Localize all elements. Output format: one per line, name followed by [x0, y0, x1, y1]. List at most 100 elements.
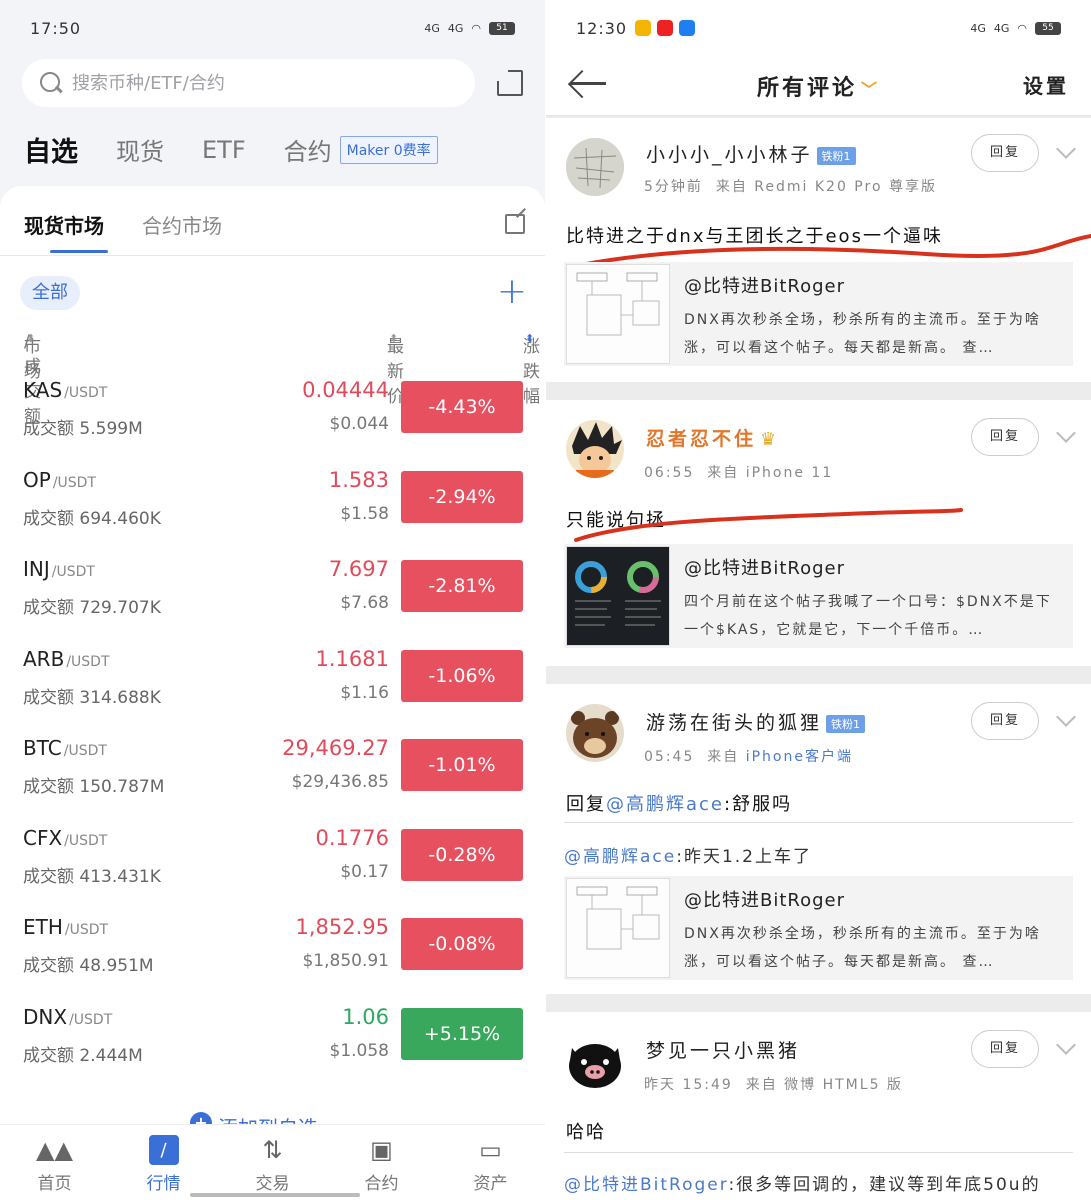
reply-button[interactable]: 回复 [971, 702, 1039, 740]
market-row-btc[interactable]: BTC/USDT 成交额 150.787M 29,469.27 $29,436.85-… [0, 730, 545, 820]
tab-spot[interactable]: 现货 [116, 132, 164, 167]
market-row-kas[interactable]: KAS/USDT 成交额 5.599M 0.04444 $0.044 -4.43% [0, 372, 545, 462]
pair-symbol: INJ/USDT [23, 557, 95, 581]
quote-currency: /USDT [66, 653, 110, 670]
mention-link[interactable]: @高鹏辉ace [564, 847, 676, 867]
signal-icon: 4G [993, 21, 1010, 35]
signal-icon: 4G [447, 21, 464, 35]
username[interactable]: 游荡在街头的狐狸 铁粉1 [646, 708, 866, 735]
sub-tabs: 现货市场 合约市场 [24, 210, 222, 253]
tab-futures-market[interactable]: 合约市场 [142, 210, 222, 239]
sort-icon[interactable]: ⬍ [525, 332, 534, 345]
nav-markets[interactable]: ∕ 行情 [109, 1125, 218, 1200]
quoted-post-author: @比特进BitRoger [684, 276, 846, 297]
quoted-post[interactable]: @比特进BitRoger 四个月前在这个帖子我喊了一个口号：$DNX不是下一个$… [564, 544, 1073, 648]
nav-trade[interactable]: ⇅ 交易 [218, 1125, 327, 1200]
market-row-arb[interactable]: ARB/USDT 成交额 314.688K 1.1681 $1.16 -1.06% [0, 641, 545, 731]
search-box[interactable] [22, 59, 475, 107]
page-title[interactable]: 所有评论 ﹀ [546, 70, 1091, 102]
quoted-post[interactable]: @比特进BitRoger DNX再次秒杀全场，秒杀所有的主流币。至于为啥涨，可以… [564, 876, 1073, 980]
nested-reply: @比特进BitRoger:很多等回调的，建议等到年底50u的 [564, 1175, 1041, 1195]
volume-text: 成交额 694.460K [23, 508, 161, 529]
home-indicator [190, 1193, 360, 1197]
quote-currency: /USDT [64, 922, 109, 938]
sort-icon[interactable]: ⬍ [26, 332, 35, 345]
contract-icon: ▣ [370, 1136, 393, 1164]
volume-text: 成交额 48.951M [23, 956, 154, 976]
market-row-dnx[interactable]: DNX/USDT 成交额 2.444M 1.06 $1.058 +5.15% [0, 999, 545, 1089]
market-card: 现货市场 合约市场 全部 + 市场 ⬍ / 成交额 ⬍ 最新价 ⬍ 涨跌幅 ⬍ KAS /… [0, 186, 545, 1200]
change-badge[interactable]: -1.01% [401, 739, 523, 791]
tab-favorites[interactable]: 自选 [24, 130, 78, 169]
usd-price: $29,436.85 [291, 772, 389, 792]
reply-button[interactable]: 回复 [971, 1030, 1039, 1068]
comment-item: 梦见一只小黑猪 昨天 15:49 来自 微博 HTML5 版 回复 哈哈 @比特… [546, 1012, 1091, 1200]
change-badge[interactable]: -4.43% [401, 381, 523, 433]
quoted-post-body: 四个月前在这个帖子我喊了一个口号：$DNX不是下一个$KAS，它就是它，下一个千… [684, 594, 1052, 638]
edit-icon[interactable] [505, 214, 525, 234]
wallet-icon: ▭ [479, 1136, 502, 1164]
settings-button[interactable]: 设置 [1023, 70, 1069, 99]
sort-icon[interactable]: ⬍ [389, 332, 398, 345]
market-row-cfx[interactable]: CFX/USDT 成交额 413.431K 0.1776 $0.17 -0.28% [0, 820, 545, 910]
comment-text: 哈哈 [566, 1122, 606, 1143]
change-badge[interactable]: +5.15% [401, 1007, 523, 1060]
quoted-post-thumbnail [566, 878, 670, 978]
last-price: 0.1776 [315, 825, 389, 850]
battery-icon: 55 [1035, 21, 1061, 35]
volume-text: 成交额 413.431K [23, 866, 161, 887]
add-icon[interactable]: + [497, 272, 527, 312]
comment-item: 小小小_小小林子 铁粉1 5分钟前 来自 Redmi K20 Pro 尊享版 回复… [546, 118, 1091, 382]
pair-symbol: ETH/USDT [23, 915, 109, 939]
usd-price: $0.044 [329, 414, 389, 434]
swap-icon: ⇅ [262, 1136, 283, 1164]
volume-text: 成交额 5.599M [23, 419, 143, 439]
tab-futures[interactable]: 合约 [284, 132, 332, 167]
search-input[interactable] [72, 72, 412, 94]
change-badge[interactable]: -1.06% [401, 649, 523, 702]
last-price: 29,469.27 [282, 736, 389, 760]
last-price: 1,852.95 [295, 915, 389, 939]
quote-currency: /USDT [64, 385, 108, 401]
pair-symbol: OP/USDT [23, 467, 96, 492]
username[interactable]: 梦见一只小黑猪 [646, 1036, 800, 1063]
change-badge[interactable]: -0.28% [401, 828, 523, 881]
filter-chip-all[interactable]: 全部 [20, 276, 80, 310]
mention-link[interactable]: @高鹏辉ace [606, 794, 724, 815]
market-row-eth[interactable]: ETH/USDT 成交额 48.951M 1,852.95 $1,850.91 -0.0… [0, 909, 545, 999]
change-badge[interactable]: -2.94% [401, 470, 523, 523]
comment-text: 回复@高鹏辉ace:舒服吗 [566, 794, 793, 815]
pair-symbol: CFX/USDT [23, 825, 108, 850]
tab-etf[interactable]: ETF [202, 136, 246, 164]
battery-icon: 51 [489, 21, 515, 35]
nav-home[interactable]: ▲▲ 首页 [0, 1125, 109, 1200]
avatar[interactable] [566, 704, 624, 762]
avatar[interactable] [566, 1034, 624, 1092]
tab-spot-market[interactable]: 现货市场 [24, 210, 108, 253]
avatar-image [566, 1034, 624, 1092]
last-price: 7.697 [328, 557, 389, 581]
column-headers: 市场 ⬍ / 成交额 ⬍ 最新价 ⬍ 涨跌幅 ⬍ [24, 332, 540, 427]
scan-icon[interactable] [496, 69, 523, 96]
change-badge[interactable]: -0.08% [401, 918, 523, 970]
market-row-inj[interactable]: INJ/USDT 成交额 729.707K 7.697 $7.68 -2.81% [0, 551, 545, 641]
home-icon: ▲▲ [36, 1136, 73, 1164]
volume-text: 成交额 314.688K [23, 687, 161, 708]
status-bar: 12:30 4G 4G ◠ 55 [546, 0, 1091, 56]
quoted-post[interactable]: @比特进BitRoger DNX再次秒杀全场，秒杀所有的主流币。至于为啥涨，可以… [564, 262, 1073, 366]
pair-symbol: ARB/USDT [23, 646, 110, 671]
search-icon [38, 70, 64, 96]
nav-assets[interactable]: ▭ 资产 [436, 1125, 545, 1200]
usd-price: $1,850.91 [302, 951, 389, 971]
quote-currency: /USDT [51, 564, 95, 580]
divider [564, 822, 1073, 823]
weibo-icon [635, 20, 652, 36]
nav-futures[interactable]: ▣ 合约 [327, 1125, 436, 1200]
wifi-icon: ◠ [471, 21, 481, 35]
mention-link[interactable]: @比特进BitRoger [564, 1175, 728, 1195]
change-badge[interactable]: -2.81% [401, 560, 523, 612]
avatar-image [566, 704, 624, 762]
chevron-down-icon[interactable] [1056, 1035, 1076, 1055]
market-row-op[interactable]: OP/USDT 成交额 694.460K 1.583 $1.58 -2.94% [0, 462, 545, 552]
chevron-down-icon[interactable] [1056, 707, 1076, 727]
